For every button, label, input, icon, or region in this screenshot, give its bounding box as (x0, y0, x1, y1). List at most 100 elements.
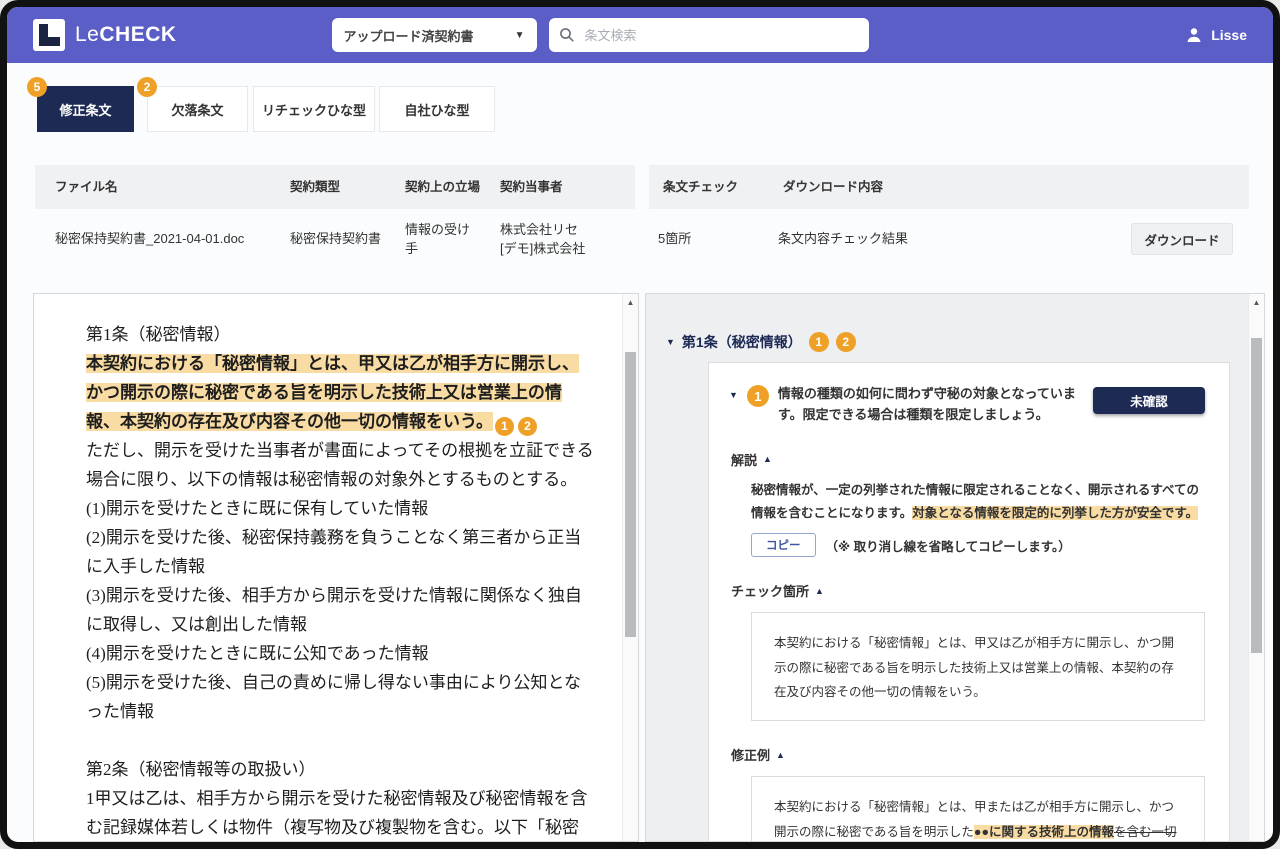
text-segment: 第1条（秘密情報） (86, 325, 231, 344)
scrollbar-thumb[interactable] (1251, 338, 1262, 653)
scrollbar-thumb[interactable] (625, 352, 636, 637)
text-segment: (2)開示を受けた後、秘密保持義務を負うことなく第三者から正当に入手した情報 (86, 528, 581, 576)
copy-note: （※ 取り消し線を省略してコピーします。） (826, 536, 1071, 555)
issue-summary-row: ▼ 1 情報の種類の如何に問わず守秘の対象となっています。限定できる場合は種類を… (729, 383, 1205, 426)
scroll-up-icon[interactable]: ▲ (623, 298, 638, 307)
brand-name-check: CHECK (99, 23, 176, 46)
contract-type-dropdown-value: アップロード済契約書 (344, 26, 515, 45)
article-header: ▼ 第1条（秘密情報） 1 2 (666, 332, 856, 352)
search-input[interactable] (583, 27, 859, 44)
issue-badge-1[interactable]: 1 (809, 332, 829, 352)
text-segment: ただし、開示を受けた当事者が書面によってその根拠を立証できる場合に限り、以下の情… (86, 441, 594, 489)
table-row: 秘密保持契約書_2021-04-01.doc 秘密保持契約書 情報の受け手 株式… (35, 209, 1249, 269)
document-paragraph: 本契約における「秘密情報」とは、甲又は乙が相手方に開示し、かつ開示の際に秘密であ… (86, 349, 594, 436)
collapse-caret-icon[interactable]: ▼ (666, 337, 675, 347)
kaisetsu-section-header[interactable]: 解説 ▲ (731, 450, 1205, 469)
column-contract-type: 契約類型 (270, 179, 385, 196)
document-paragraph: (4)開示を受けたときに既に公知であった情報 (86, 639, 594, 668)
status-unconfirmed-button[interactable]: 未確認 (1093, 387, 1205, 414)
party-1: 株式会社リセ (500, 220, 630, 240)
document-scrollbar[interactable]: ▲ (622, 294, 638, 841)
download-button[interactable]: ダウンロード (1131, 223, 1233, 255)
contract-type-dropdown[interactable]: アップロード済契約書 ▼ (332, 18, 537, 52)
fix-heading: 修正例 (731, 745, 770, 764)
party-2: [デモ]株式会社 (500, 239, 630, 259)
contract-parties: 株式会社リセ [デモ]株式会社 (480, 220, 630, 259)
tab-own-template[interactable]: 自社ひな型 (379, 86, 495, 132)
file-name: 秘密保持契約書_2021-04-01.doc (35, 229, 270, 249)
contract-document-panel: 第1条（秘密情報） 本契約における「秘密情報」とは、甲又は乙が相手方に開示し、かつ… (33, 293, 639, 842)
issue-card: ▼ 1 情報の種類の如何に問わず守秘の対象となっています。限定できる場合は種類を… (708, 362, 1230, 842)
kaisetsu-heading: 解説 (731, 450, 757, 469)
tab-label: 欠落条文 (171, 100, 223, 119)
column-contract-position: 契約上の立場 (385, 179, 480, 196)
user-name: Lisse (1211, 27, 1247, 43)
clause-check-count: 5箇所 (644, 229, 764, 249)
document-paragraph: 第2条（秘密情報等の取扱い） (86, 755, 594, 784)
document-paragraph: (5)開示を受けた後、自己の責めに帰し得ない事由により公知となった情報 (86, 668, 594, 726)
chevron-down-icon: ▼ (515, 30, 525, 41)
tab-count-badge: 5 (27, 77, 47, 97)
article-title: 第1条（秘密情報） (682, 332, 802, 352)
text-segment: (5)開示を受けた後、自己の責めに帰し得ない事由により公知となった情報 (86, 673, 581, 721)
document-paragraph: ただし、開示を受けた当事者が書面によってその根拠を立証できる場合に限り、以下の情… (86, 436, 594, 494)
collapse-up-icon: ▲ (776, 750, 785, 760)
fix-section-header[interactable]: 修正例 ▲ (731, 745, 1205, 764)
collapse-caret-icon[interactable]: ▼ (729, 390, 738, 400)
inline-issue-badge[interactable]: 1 (495, 417, 514, 436)
tab-count-badge: 2 (137, 77, 157, 97)
column-clause-check: 条文チェック (649, 179, 769, 196)
document-paragraph: (2)開示を受けた後、秘密保持義務を負うことなく第三者から正当に入手した情報 (86, 523, 594, 581)
tab-recheck-template[interactable]: リチェックひな型 (253, 86, 375, 132)
text-segment: (4)開示を受けたときに既に公知であった情報 (86, 644, 429, 663)
column-file-name: ファイル名 (35, 179, 270, 196)
tab-label: 自社ひな型 (404, 100, 469, 119)
app-window: LeCHECK アップロード済契約書 ▼ Lisse 修正条文 5 欠落条文 2… (0, 0, 1280, 849)
app-header: LeCHECK アップロード済契約書 ▼ Lisse (7, 7, 1273, 63)
tab-label: リチェックひな型 (262, 100, 366, 119)
issue-badge-2[interactable]: 2 (836, 332, 856, 352)
review-scrollbar[interactable]: ▲ (1248, 294, 1264, 841)
user-menu[interactable]: Lisse (1185, 26, 1247, 44)
contract-position: 情報の受け手 (385, 220, 480, 259)
file-table-header-right: 条文チェック ダウンロード内容 (649, 165, 1249, 209)
text-segment: 対象となる情報を限定的に列挙した方が安全です。 (912, 506, 1198, 520)
collapse-up-icon: ▲ (763, 454, 772, 464)
kaisetsu-copy-row: コピー （※ 取り消し線を省略してコピーします。） (751, 533, 1205, 557)
scroll-up-icon[interactable]: ▲ (1249, 298, 1264, 307)
text-segment: (3)開示を受けた後、相手方から開示を受けた情報に関係なく独自に取得し、又は創出… (86, 586, 582, 634)
tab-missing-clauses[interactable]: 欠落条文 2 (147, 86, 248, 132)
check-section-header[interactable]: チェック箇所 ▲ (731, 581, 1205, 600)
text-segment: 1甲又は乙は、相手方から開示を受けた秘密情報及び秘密情報を含む記録媒体若しくは物… (86, 789, 588, 841)
brand-name: LeCHECK (75, 23, 177, 47)
text-segment: ●●に関する技術上の情報 (974, 825, 1114, 839)
kaisetsu-text: 秘密情報が、一定の列挙された情報に限定されることなく、開示されるすべての情報を含… (751, 479, 1205, 525)
search-box[interactable] (549, 18, 869, 52)
issue-message: 情報の種類の如何に問わず守秘の対象となっています。限定できる場合は種類を限定しま… (778, 383, 1078, 426)
column-download-content: ダウンロード内容 (769, 179, 989, 196)
search-icon (559, 27, 575, 43)
collapse-up-icon: ▲ (815, 586, 824, 596)
inline-issue-badge[interactable]: 2 (518, 417, 537, 436)
document-paragraph: (3)開示を受けた後、相手方から開示を受けた情報に関係なく独自に取得し、又は創出… (86, 581, 594, 639)
user-icon (1185, 26, 1203, 44)
tab-label: 修正条文 (59, 100, 111, 119)
contract-document-text: 第1条（秘密情報） 本契約における「秘密情報」とは、甲又は乙が相手方に開示し、かつ… (34, 294, 622, 841)
tab-corrected-clauses[interactable]: 修正条文 5 (37, 86, 134, 132)
check-heading: チェック箇所 (731, 581, 809, 600)
issue-number-badge: 1 (747, 385, 769, 407)
text-segment: 第2条（秘密情報等の取扱い） (86, 760, 316, 779)
brand-logo: LeCHECK (33, 19, 177, 51)
brand-name-le: Le (75, 23, 99, 46)
clause-check-panel: ▼ 第1条（秘密情報） 1 2 ▼ 1 情報の種類の如何に問わず守秘の対象となっ… (645, 293, 1265, 842)
text-segment: (1)開示を受けたときに既に保有していた情報 (86, 499, 428, 518)
document-paragraph: 第1条（秘密情報） (86, 320, 594, 349)
download-content: 条文内容チェック結果 (764, 229, 984, 249)
result-tabs: 修正条文 5 欠落条文 2 リチェックひな型 自社ひな型 (7, 86, 1273, 132)
check-quote-box: 本契約における「秘密情報」とは、甲又は乙が相手方に開示し、かつ開示の際に秘密であ… (751, 612, 1205, 721)
copy-button[interactable]: コピー (751, 533, 816, 557)
file-table-header-left: ファイル名 契約類型 契約上の立場 契約当事者 (35, 165, 635, 209)
lecheck-logo-icon (33, 19, 65, 51)
contract-type: 秘密保持契約書 (270, 229, 385, 249)
check-text: 本契約における「秘密情報」とは、甲又は乙が相手方に開示し、かつ開示の際に秘密であ… (774, 631, 1184, 704)
